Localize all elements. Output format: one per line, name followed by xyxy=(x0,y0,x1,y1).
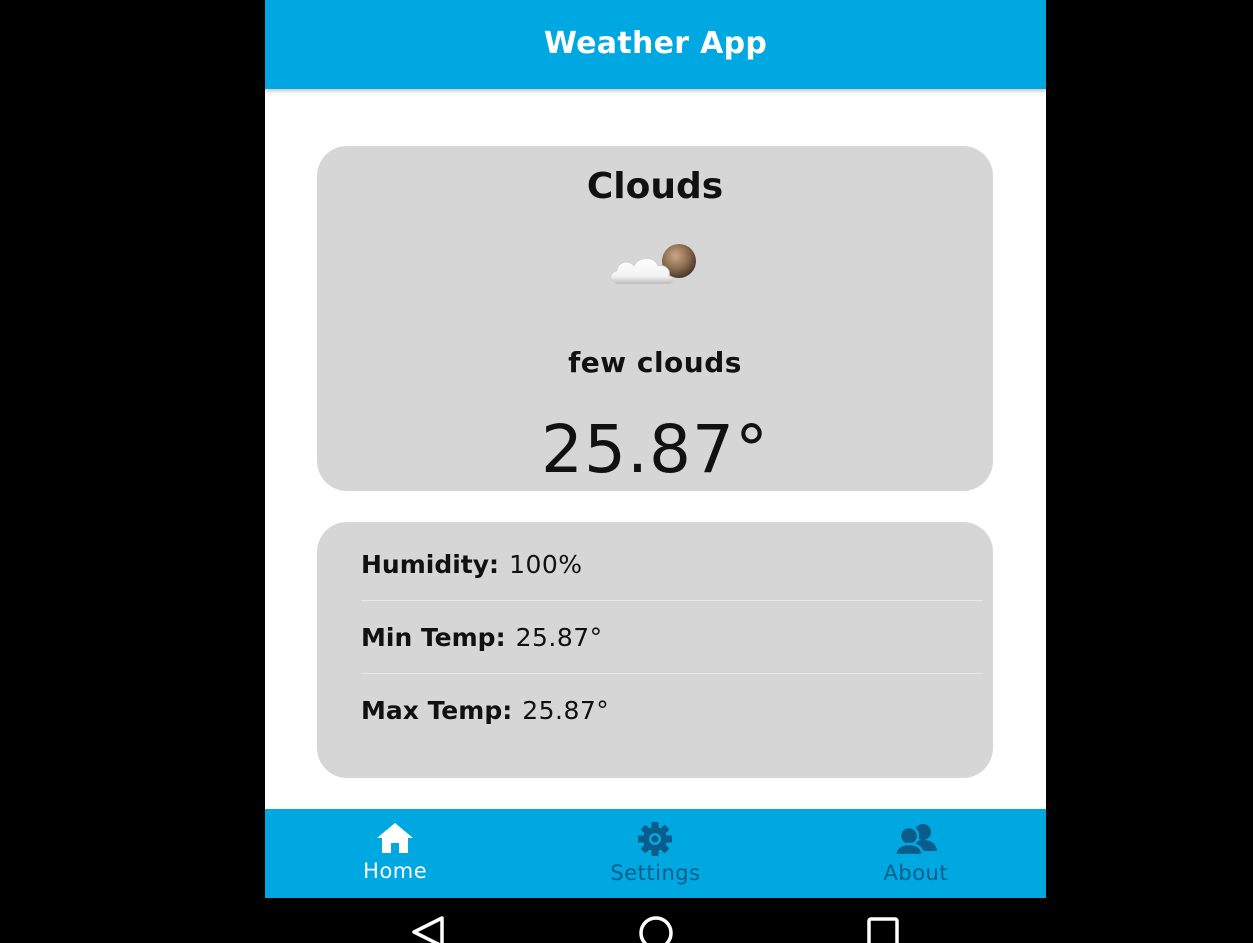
back-icon[interactable] xyxy=(408,914,448,943)
current-weather-card: Clouds few clouds 25.87° xyxy=(317,146,993,491)
app-bar: Weather App xyxy=(265,0,1046,89)
weather-details-card: Humidity: 100% Min Temp: 25.87° Max Temp… xyxy=(317,522,993,778)
detail-label: Min Temp: xyxy=(361,622,506,652)
few-clouds-icon xyxy=(610,244,696,285)
home-circle-icon[interactable] xyxy=(636,914,676,943)
detail-row-humidity: Humidity: 100% xyxy=(361,528,983,601)
detail-value: 25.87° xyxy=(515,622,603,652)
detail-value: 100% xyxy=(509,549,583,579)
phone-screen: Weather App Clouds few clouds 25.87° Hum… xyxy=(265,0,1046,898)
tab-label: Home xyxy=(363,859,428,883)
system-navigation-bar xyxy=(0,898,1253,943)
current-temperature: 25.87° xyxy=(541,411,769,488)
gear-icon xyxy=(638,822,673,856)
detail-row-min-temp: Min Temp: 25.87° xyxy=(361,601,983,674)
detail-label: Humidity: xyxy=(361,549,500,579)
tab-about[interactable]: About xyxy=(786,809,1046,898)
app-title: Weather App xyxy=(543,26,768,61)
tab-home[interactable]: Home xyxy=(265,809,525,898)
tab-label: Settings xyxy=(610,861,701,885)
weather-description: few clouds xyxy=(568,346,742,379)
tab-settings[interactable]: Settings xyxy=(525,809,785,898)
weather-condition: Clouds xyxy=(586,166,724,207)
detail-label: Max Temp: xyxy=(361,696,513,725)
tab-label: About xyxy=(883,861,949,885)
detail-row-max-temp: Max Temp: 25.87° xyxy=(361,674,983,747)
home-icon xyxy=(377,823,414,853)
detail-value: 25.87° xyxy=(522,696,610,725)
recents-icon[interactable] xyxy=(864,914,904,943)
bottom-tab-bar: Home Settings About xyxy=(265,809,1046,898)
people-icon xyxy=(893,824,937,857)
